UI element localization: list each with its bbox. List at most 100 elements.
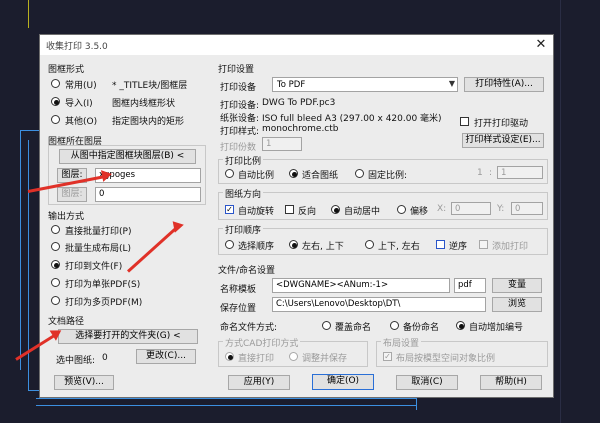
ok-button[interactable]: 确定(O)	[312, 374, 374, 390]
scale-radio-fixed[interactable]	[355, 169, 364, 178]
browse-button[interactable]: 浏览	[492, 297, 542, 312]
frame-type-extra: * _TITLE块/图框层	[112, 81, 188, 91]
output-label: 打印为多页PDF(M)	[65, 298, 143, 308]
cancel-button[interactable]: 取消(C)	[396, 375, 458, 390]
order-radio-tb[interactable]	[365, 240, 374, 249]
apply-button[interactable]: 应用(Y)	[228, 375, 290, 390]
reverse-checkbox[interactable]	[285, 205, 294, 214]
naming-mode-option: 备份命名	[403, 323, 440, 333]
output-label: 打印为单张PDF(S)	[65, 280, 141, 290]
auto-center-label: 自动居中	[344, 207, 381, 217]
save-path-label: 保存位置	[220, 304, 257, 314]
file-type-input[interactable]: pdf	[454, 278, 486, 293]
print-order-group: 打印顺序 选择顺序 左右, 上下 上下, 左右 逆序 添加打印	[218, 223, 548, 255]
open-driver-checkbox[interactable]	[460, 117, 469, 126]
plot-style-settings-button[interactable]: 打印样式设定(E)...	[462, 133, 544, 148]
copies-label: 打印份数	[220, 143, 257, 153]
variables-button[interactable]: 变量	[492, 278, 542, 293]
section-orientation: 图纸方向	[223, 187, 264, 200]
chevron-down-icon: ▼	[448, 79, 455, 88]
output-mode-group: 直接批量打印(P) 批量生成布局(L) 打印到文件(F) 打印为单张PDF(S)…	[48, 221, 208, 311]
naming-radio-backup[interactable]	[390, 321, 399, 330]
close-button[interactable]: ✕	[532, 36, 550, 53]
cad-line	[36, 398, 416, 399]
output-label: 打印到文件(F)	[65, 262, 123, 272]
naming-mode-option: 覆盖命名	[335, 323, 372, 333]
save-path-input[interactable]: C:\Users\Lenovo\Desktop\DT\	[272, 297, 486, 312]
output-radio-direct[interactable]	[51, 225, 60, 234]
output-radio-single-pdf[interactable]	[51, 278, 60, 287]
preview-option-label: 直接打印	[238, 354, 275, 364]
order-radio-lr[interactable]	[289, 240, 298, 249]
selected-count-label: 选中图纸:	[56, 356, 96, 366]
frame-type-extra: 指定图块内的矩形	[112, 117, 185, 127]
frame-type-radio-other[interactable]	[51, 115, 60, 124]
y-offset-label: Y:	[497, 204, 505, 214]
output-radio-layout[interactable]	[51, 242, 60, 251]
device-label: 打印设备:	[220, 101, 260, 111]
cad-line	[28, 0, 29, 28]
naming-radio-overwrite[interactable]	[322, 321, 331, 330]
printer-properties-button[interactable]: 打印特性(A)...	[464, 77, 544, 92]
frame-type-label: 其他(O)	[65, 117, 98, 127]
scale-radio-fit[interactable]	[289, 169, 298, 178]
section-layout: 布局设置	[381, 336, 422, 349]
copies-input: 1	[262, 137, 302, 151]
help-button[interactable]: 帮助(H)	[480, 375, 542, 390]
auto-rotate-label: 自动旋转	[238, 207, 275, 217]
annotation-arrowhead	[100, 168, 114, 182]
paper-value: ISO full bleed A3 (297.00 x 420.00 毫米)	[262, 114, 442, 124]
layout-scale-checkbox: ✓	[383, 352, 392, 361]
scale-radio-auto[interactable]	[225, 169, 234, 178]
section-frame-type: 图框形式	[48, 65, 85, 75]
frame-type-label: 导入(I)	[65, 99, 93, 109]
preview-option-label: 调整并保存	[302, 354, 348, 364]
cad-line	[20, 130, 21, 370]
frame-type-extra: 图框内线框形状	[112, 99, 176, 109]
cad-line	[560, 0, 561, 423]
select-frame-layer-button[interactable]: 从图中指定图框块图层(B) <	[59, 149, 196, 164]
block-layer-input[interactable]: 0	[95, 187, 201, 202]
open-driver-label: 打开打印驱动	[474, 119, 529, 129]
naming-mode-option: 自动增加编号	[469, 323, 524, 333]
print-scale-group: 打印比例 自动比例 适合图纸 固定比例: 1 : 1	[218, 154, 548, 184]
section-print-order: 打印顺序	[223, 223, 264, 236]
section-preview-mode: 方式CAD打印方式	[223, 336, 301, 349]
frame-type-radio-common[interactable]	[51, 79, 60, 88]
scale-value-left: 1	[477, 168, 483, 178]
auto-center-radio[interactable]	[331, 205, 340, 214]
select-folder-button[interactable]: 选择要打开的文件夹(G) <	[58, 329, 198, 344]
printer-label: 打印设备	[220, 83, 257, 93]
reverse-label: 反向	[298, 207, 317, 217]
cad-line	[20, 130, 40, 131]
naming-radio-auto-number[interactable]	[456, 321, 465, 330]
auto-rotate-checkbox[interactable]: ✓	[225, 205, 234, 214]
order-label: 上下, 左右	[378, 242, 420, 252]
order-label: 左右, 上下	[302, 242, 344, 252]
printer-select[interactable]: To PDF ▼	[272, 77, 458, 92]
offset-label: 偏移	[410, 207, 429, 217]
y-offset-input: 0	[511, 202, 543, 215]
preview-button[interactable]: 预览(V)...	[54, 375, 114, 390]
name-template-input[interactable]: <DWGNAME><ANum:-1>	[272, 278, 450, 293]
output-label: 直接批量打印(P)	[65, 227, 132, 237]
cad-line	[416, 398, 417, 410]
printer-select-value: To PDF	[277, 80, 306, 90]
scale-label: 适合图纸	[302, 171, 339, 181]
preview-radio-direct	[225, 352, 234, 361]
scale-separator: :	[489, 168, 493, 178]
change-selection-button[interactable]: 更改(C)...	[136, 349, 196, 364]
x-offset-label: X:	[437, 204, 447, 214]
offset-radio[interactable]	[397, 205, 406, 214]
frame-type-radio-import[interactable]	[51, 97, 60, 106]
section-print-scale: 打印比例	[223, 154, 264, 167]
naming-mode-label: 命名文件方式:	[220, 323, 278, 333]
reverse-order-label: 逆序	[449, 242, 468, 252]
output-radio-file[interactable]	[51, 260, 60, 269]
merge-print-checkbox	[479, 240, 488, 249]
reverse-order-checkbox[interactable]	[436, 240, 445, 249]
output-radio-multi-pdf[interactable]	[51, 296, 60, 305]
paper-label: 纸张设备:	[220, 114, 260, 124]
selected-count-value: 0	[102, 353, 108, 363]
order-radio-select[interactable]	[225, 240, 234, 249]
